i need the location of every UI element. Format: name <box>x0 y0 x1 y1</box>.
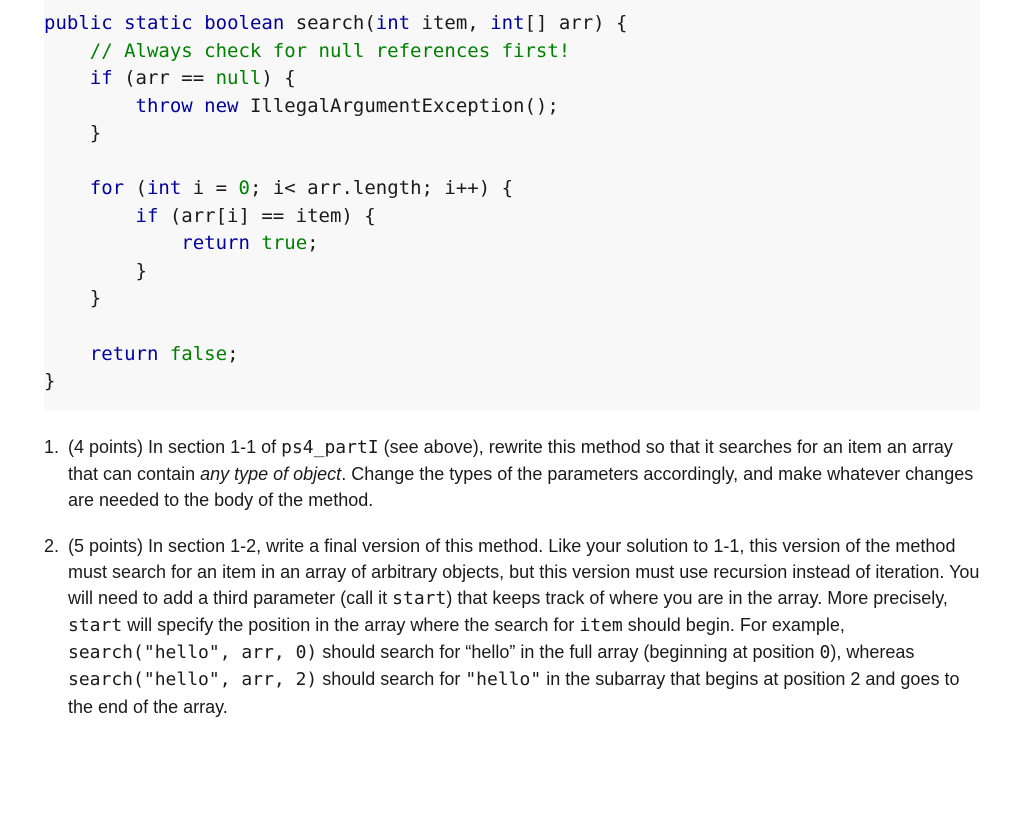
code-kw: return <box>181 232 250 254</box>
code-kw: public <box>44 12 113 34</box>
code-text: } <box>90 122 101 144</box>
question-body: (4 points) In section 1-1 of ps4_partI (… <box>68 434 980 513</box>
q2-text: should begin. For example, <box>623 615 845 635</box>
q1-italic: any type of object <box>200 464 341 484</box>
code-text: } <box>44 370 55 392</box>
q2-mono: search("hello", arr, 0) <box>68 642 317 663</box>
q2-mono: item <box>579 615 622 636</box>
question-number: 2. <box>44 533 68 720</box>
code-text: ) { <box>261 67 295 89</box>
q2-text: should search for <box>317 669 465 689</box>
code-text: ( <box>124 177 147 199</box>
q2-mono: "hello" <box>465 669 541 690</box>
q2-text: should search for “hello” in the full ar… <box>317 642 819 662</box>
q2-mono: start <box>392 588 446 609</box>
code-text: ; i< arr.length; i++) { <box>250 177 513 199</box>
code-block: public static boolean search(int item, i… <box>44 0 980 410</box>
code-kw: for <box>90 177 124 199</box>
code-kw: return <box>90 343 159 365</box>
code-kw: boolean <box>204 12 284 34</box>
q2-mono: 0 <box>820 642 831 663</box>
q2-mono: search("hello", arr, 2) <box>68 669 317 690</box>
code-lit: false <box>170 343 227 365</box>
code-text: (arr[i] == item) { <box>158 205 375 227</box>
code-text: } <box>90 287 101 309</box>
code-kw: new <box>204 95 238 117</box>
code-kw: throw <box>136 95 193 117</box>
code-text: IllegalArgumentException(); <box>239 95 559 117</box>
question-2: 2. (5 points) In section 1-2, write a fi… <box>44 533 980 720</box>
question-body: (5 points) In section 1-2, write a final… <box>68 533 980 720</box>
code-text: [] arr) { <box>525 12 628 34</box>
code-text: search( <box>284 12 376 34</box>
code-comment: // Always check for null references firs… <box>90 40 570 62</box>
code-text: i = <box>181 177 238 199</box>
code-kw: if <box>136 205 159 227</box>
code-num: 0 <box>239 177 250 199</box>
question-number: 1. <box>44 434 68 513</box>
page-root: public static boolean search(int item, i… <box>0 0 1024 770</box>
q1-text: (4 points) In section 1-1 of <box>68 437 281 457</box>
question-list: 1. (4 points) In section 1-1 of ps4_part… <box>44 434 980 720</box>
code-text: } <box>136 260 147 282</box>
code-kw: static <box>124 12 193 34</box>
code-lit: null <box>216 67 262 89</box>
code-text: ; <box>227 343 238 365</box>
code-lit: true <box>261 232 307 254</box>
code-text: ; <box>307 232 318 254</box>
code-text: (arr == <box>113 67 216 89</box>
code-kw: int <box>490 12 524 34</box>
q2-text: ) that keeps track of where you are in t… <box>446 588 948 608</box>
code-kw: int <box>147 177 181 199</box>
code-kw: if <box>90 67 113 89</box>
code-text: item, <box>410 12 490 34</box>
code-kw: int <box>376 12 410 34</box>
q2-text: ), whereas <box>830 642 914 662</box>
q2-mono: start <box>68 615 122 636</box>
q2-text: will specify the position in the array w… <box>122 615 579 635</box>
question-1: 1. (4 points) In section 1-1 of ps4_part… <box>44 434 980 513</box>
q1-file: ps4_partI <box>281 437 379 458</box>
